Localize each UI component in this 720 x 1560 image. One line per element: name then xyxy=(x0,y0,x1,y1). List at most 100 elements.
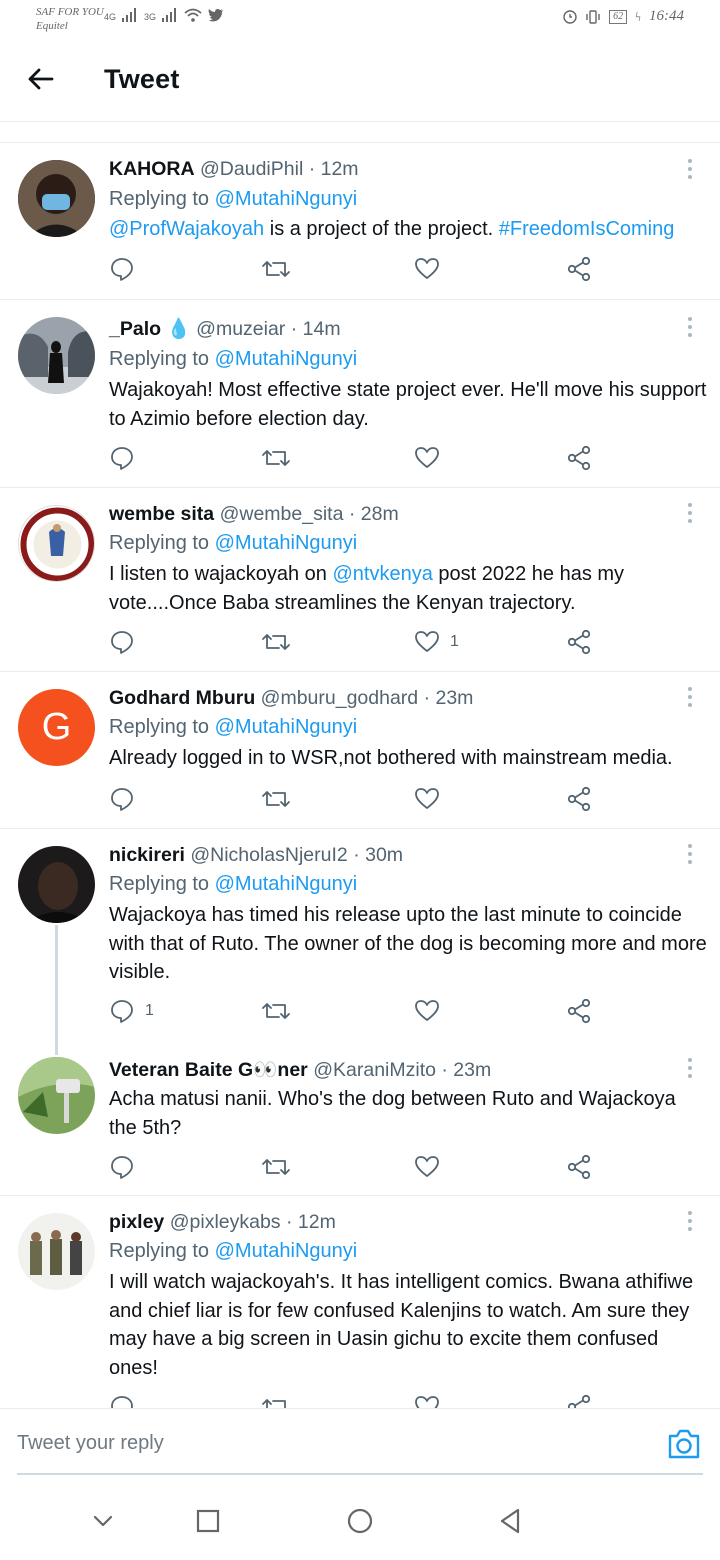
author-name[interactable]: _Palo xyxy=(109,318,161,340)
retweet-button[interactable] xyxy=(261,1394,291,1408)
share-button[interactable] xyxy=(566,445,592,471)
reply-button[interactable] xyxy=(109,1394,135,1408)
author-handle[interactable]: @NicholasNjeruI2 xyxy=(190,844,347,866)
reply-button[interactable] xyxy=(109,786,135,812)
avatar[interactable]: G xyxy=(18,689,95,766)
author-handle[interactable]: @wembe_sita xyxy=(220,503,344,525)
reply-icon xyxy=(111,258,133,281)
replying-to: Replying to @MutahiNgunyi xyxy=(109,1238,357,1264)
author-name[interactable]: KAHORA xyxy=(109,158,195,180)
author-name[interactable]: Godhard Mburu xyxy=(109,687,255,709)
retweet-button[interactable] xyxy=(261,445,291,471)
recents-square-icon[interactable] xyxy=(193,1506,223,1536)
retweet-button[interactable] xyxy=(261,256,291,282)
replying-mention[interactable]: @MutahiNgunyi xyxy=(215,188,358,210)
avatar[interactable] xyxy=(18,846,95,923)
reply-button[interactable] xyxy=(109,1154,135,1180)
like-button[interactable] xyxy=(414,998,440,1024)
share-icon xyxy=(567,786,591,812)
like-button[interactable]: 1 xyxy=(414,629,459,655)
replying-mention[interactable]: @MutahiNgunyi xyxy=(215,716,358,738)
tweet-header: wembe sita @wembe_sita · 28m xyxy=(109,501,399,527)
more-options-icon[interactable] xyxy=(682,1209,698,1233)
avatar[interactable] xyxy=(18,505,95,582)
retweet-icon xyxy=(262,791,290,807)
author-name[interactable]: pixley xyxy=(109,1211,164,1233)
heart-icon xyxy=(415,1396,439,1408)
replying-prefix: Replying to xyxy=(109,348,210,370)
tweet-item[interactable]: nickireri @NicholasNjeruI2 · 30m Replyin… xyxy=(0,829,720,1055)
tweet-item[interactable]: G Godhard Mburu @mburu_godhard · 23m Rep… xyxy=(0,672,720,829)
reply-button[interactable] xyxy=(109,256,135,282)
share-button[interactable] xyxy=(566,256,592,282)
author-handle[interactable]: @KaraniMzito xyxy=(313,1059,436,1081)
mention-link[interactable]: @ntvkenya xyxy=(332,563,432,585)
more-options-icon[interactable] xyxy=(682,315,698,339)
retweet-button[interactable] xyxy=(261,786,291,812)
battery-level: 62 xyxy=(609,9,628,24)
tweet-item[interactable]: wembe sita @wembe_sita · 28m Replying to… xyxy=(0,488,720,672)
like-button[interactable] xyxy=(414,445,440,471)
mention-link[interactable]: @ProfWajakoyah xyxy=(109,218,264,240)
author-handle[interactable]: @pixleykabs xyxy=(170,1211,281,1233)
author-handle[interactable]: @muzeiar xyxy=(196,318,285,340)
author-name[interactable]: wembe sita xyxy=(109,503,214,525)
reply-button[interactable]: 1 xyxy=(109,998,154,1024)
like-button[interactable] xyxy=(414,786,440,812)
share-button[interactable] xyxy=(566,1394,592,1408)
charging-icon: ϟ xyxy=(635,8,641,24)
reply-icon xyxy=(111,1156,133,1179)
author-handle[interactable]: @mburu_godhard xyxy=(261,687,418,709)
author-name[interactable]: nickireri xyxy=(109,844,185,866)
reply-button[interactable] xyxy=(109,445,135,471)
share-button[interactable] xyxy=(566,629,592,655)
tweet-actions xyxy=(0,1154,720,1184)
tweet-item[interactable]: KAHORA @DaudiPhil · 12m Replying to @Mut… xyxy=(0,143,720,300)
retweet-button[interactable] xyxy=(261,629,291,655)
heart-icon xyxy=(415,1156,439,1177)
more-options-icon[interactable] xyxy=(682,685,698,709)
replying-mention[interactable]: @MutahiNgunyi xyxy=(215,1240,358,1262)
tweet-item[interactable]: Veteran Baite G👀ner @KaraniMzito · 23m A… xyxy=(0,1043,720,1196)
avatar[interactable] xyxy=(18,317,95,394)
replying-mention[interactable]: @MutahiNgunyi xyxy=(215,873,358,895)
like-button[interactable] xyxy=(414,1154,440,1180)
replying-mention[interactable]: @MutahiNgunyi xyxy=(215,532,358,554)
like-button[interactable] xyxy=(414,256,440,282)
replying-to: Replying to @MutahiNgunyi xyxy=(109,346,357,372)
share-button[interactable] xyxy=(566,786,592,812)
avatar[interactable] xyxy=(18,1057,95,1134)
back-arrow-icon[interactable] xyxy=(24,62,58,96)
chevron-down-icon[interactable] xyxy=(88,1506,118,1536)
tweet-item[interactable]: _Palo 💧 @muzeiar · 14m Replying to @Muta… xyxy=(0,300,720,488)
more-options-icon[interactable] xyxy=(682,157,698,181)
network-type-2: 3G xyxy=(144,12,157,22)
retweet-button[interactable] xyxy=(261,1154,291,1180)
back-triangle-icon[interactable] xyxy=(496,1506,526,1536)
avatar[interactable] xyxy=(18,1213,95,1290)
reply-icon xyxy=(111,788,133,811)
like-button[interactable] xyxy=(414,1394,440,1408)
tweet-actions: 1 xyxy=(0,629,720,659)
replying-prefix: Replying to xyxy=(109,532,210,554)
replying-prefix: Replying to xyxy=(109,1240,210,1262)
author-handle[interactable]: @DaudiPhil xyxy=(200,158,303,180)
more-options-icon[interactable] xyxy=(682,501,698,525)
retweet-button[interactable] xyxy=(261,998,291,1024)
author-name[interactable]: Veteran Baite G👀ner xyxy=(109,1059,308,1081)
share-button[interactable] xyxy=(566,998,592,1024)
more-options-icon[interactable] xyxy=(682,842,698,866)
reply-button[interactable] xyxy=(109,629,135,655)
avatar[interactable] xyxy=(18,160,95,237)
reply-input[interactable] xyxy=(17,1423,567,1463)
tweet-header: Veteran Baite G👀ner @KaraniMzito · 23m xyxy=(109,1057,491,1083)
replying-prefix: Replying to xyxy=(109,873,210,895)
tweet-item[interactable]: pixley @pixleykabs · 12m Replying to @Mu… xyxy=(0,1196,720,1408)
carrier-label: SAF FOR YOU Equitel xyxy=(36,5,104,33)
hashtag-link[interactable]: #FreedomIsComing xyxy=(499,218,675,240)
more-options-icon[interactable] xyxy=(682,1056,698,1080)
home-circle-icon[interactable] xyxy=(345,1506,375,1536)
share-button[interactable] xyxy=(566,1154,592,1180)
replying-mention[interactable]: @MutahiNgunyi xyxy=(215,348,358,370)
camera-icon[interactable] xyxy=(666,1427,702,1461)
